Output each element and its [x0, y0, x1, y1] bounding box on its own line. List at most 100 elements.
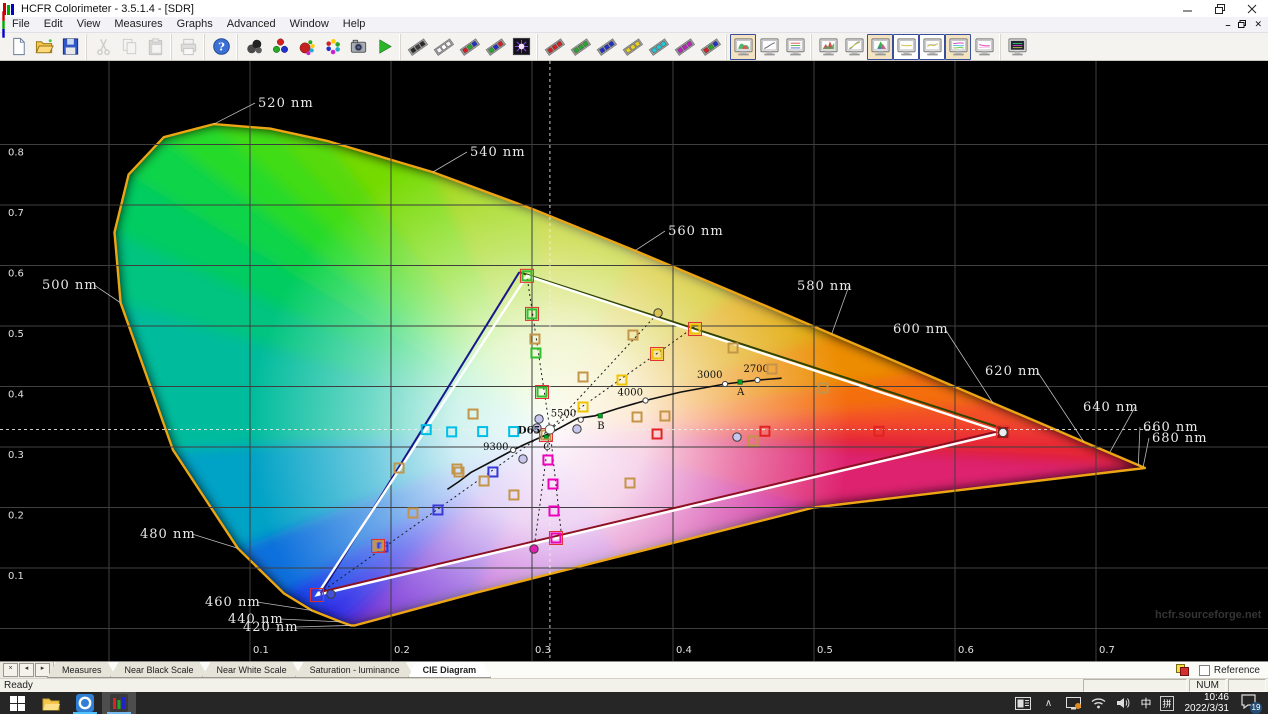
wheel-red-button[interactable] [293, 34, 319, 60]
help-button[interactable]: ? [208, 34, 234, 60]
open-file-button[interactable] [31, 34, 57, 60]
restore-button[interactable] [1204, 1, 1236, 17]
mon-spectrum-button[interactable] [730, 34, 756, 60]
menu-file[interactable]: File [5, 18, 37, 30]
title-bar: HCFR Colorimeter - 3.5.1.4 - [SDR] [0, 0, 1268, 17]
menu-measures[interactable]: Measures [107, 18, 169, 30]
cie-diagram-canvas[interactable]: 0.10.20.30.40.50.60.70.10.20.30.40.50.60… [0, 61, 1268, 661]
tab-saturation-luminance[interactable]: Saturation - luminance [295, 662, 415, 678]
save-file-button[interactable] [57, 34, 83, 60]
svg-text:4000: 4000 [618, 388, 643, 399]
taskbar-clock[interactable]: 10:46 2022/3/31 [1183, 692, 1232, 714]
strip-red-button[interactable] [541, 34, 567, 60]
taskbar-hcfr-app[interactable] [102, 692, 136, 714]
svg-text:B: B [597, 421, 604, 432]
svg-text:0.1: 0.1 [253, 645, 269, 656]
tab-scroll-left[interactable]: ◂ [19, 663, 34, 677]
reference-checkbox[interactable] [1199, 665, 1210, 676]
wifi-icon[interactable] [1090, 695, 1106, 711]
tab-close-button[interactable]: × [3, 663, 18, 677]
cut-button[interactable] [90, 34, 116, 60]
status-num-indicator: NUM [1189, 679, 1226, 692]
rgb-balls-button[interactable] [267, 34, 293, 60]
menu-edit[interactable]: Edit [37, 18, 70, 30]
svg-text:560 nm: 560 nm [668, 224, 724, 239]
action-center-icon[interactable]: 19 [1240, 694, 1260, 712]
menu-graphs[interactable]: Graphs [170, 18, 220, 30]
display-notification-icon[interactable] [1065, 695, 1081, 711]
tab-near-black-scale[interactable]: Near Black Scale [110, 662, 209, 678]
menu-help[interactable]: Help [336, 18, 373, 30]
taskbar-file-explorer[interactable] [34, 692, 68, 714]
strip-yellow-button[interactable] [619, 34, 645, 60]
paste-button[interactable] [142, 34, 168, 60]
toolbar-group [1000, 34, 1033, 60]
tab-measures[interactable]: Measures [47, 662, 117, 678]
mon-yellow-line-button[interactable] [893, 34, 919, 60]
svg-text:0.7: 0.7 [8, 208, 24, 219]
mon-yellow-line2-button[interactable] [919, 34, 945, 60]
ime-pinyin-indicator[interactable]: 拼 [1160, 696, 1173, 711]
svg-text:5500: 5500 [551, 409, 576, 420]
svg-text:420 nm: 420 nm [243, 620, 299, 635]
svg-text:640 nm: 640 nm [1083, 400, 1139, 415]
camera-button[interactable] [345, 34, 371, 60]
copy-button[interactable] [116, 34, 142, 60]
svg-text:460 nm: 460 nm [205, 595, 261, 610]
new-file-button[interactable] [5, 34, 31, 60]
mdi-close-button[interactable]: ✕ [1254, 19, 1262, 30]
tray-chevron-up-icon[interactable]: ∧ [1040, 695, 1056, 711]
white-point-label: D65 [518, 425, 541, 436]
print-button[interactable] [175, 34, 201, 60]
window-title: HCFR Colorimeter - 3.5.1.4 - [SDR] [21, 3, 194, 15]
strip-rgb-small-button[interactable] [697, 34, 723, 60]
play-button[interactable] [371, 34, 397, 60]
start-button[interactable] [0, 692, 34, 714]
spectral-locus-fill [0, 61, 1268, 661]
svg-text:0.1: 0.1 [8, 571, 24, 582]
probe-button[interactable] [241, 34, 267, 60]
strip-magenta-button[interactable] [671, 34, 697, 60]
taskbar-opera-browser[interactable] [68, 692, 102, 714]
news-panel-icon[interactable] [1015, 695, 1031, 711]
ime-language-indicator[interactable]: 中 [1140, 695, 1151, 711]
menu-view[interactable]: View [70, 18, 108, 30]
mon-dark-multi-button[interactable] [1004, 34, 1030, 60]
tab-scroll-right[interactable]: ▸ [35, 663, 50, 677]
mon-lines-button[interactable] [782, 34, 808, 60]
wheel-multi-button[interactable] [319, 34, 345, 60]
svg-text:520 nm: 520 nm [258, 96, 314, 111]
volume-icon[interactable] [1115, 695, 1131, 711]
mon-scurve-button[interactable] [841, 34, 867, 60]
svg-text:0.5: 0.5 [817, 645, 833, 656]
mdi-restore-button[interactable] [1238, 20, 1246, 30]
strip-rgb2-button[interactable] [482, 34, 508, 60]
menu-bar: FileEditViewMeasuresGraphsAdvancedWindow… [0, 17, 1268, 33]
datagrid-icon [1176, 664, 1189, 675]
menu-window[interactable]: Window [283, 18, 336, 30]
mdi-child-icon [2, 11, 4, 37]
tab-cie-diagram[interactable]: CIE Diagram [408, 662, 492, 678]
mon-rgb-levels-button[interactable] [815, 34, 841, 60]
svg-text:540 nm: 540 nm [470, 145, 526, 160]
strip-green-button[interactable] [567, 34, 593, 60]
strip-black-button[interactable] [404, 34, 430, 60]
cie-diagram-panel: 0.10.20.30.40.50.60.70.10.20.30.40.50.60… [0, 61, 1268, 661]
menu-advanced[interactable]: Advanced [220, 18, 283, 30]
mon-magenta-lines-button[interactable] [971, 34, 997, 60]
close-button[interactable] [1236, 1, 1268, 17]
nova-button[interactable] [508, 34, 534, 60]
strip-cyan-button[interactable] [645, 34, 671, 60]
toolbar-group: ? [204, 34, 237, 60]
tab-near-white-scale[interactable]: Near White Scale [202, 662, 302, 678]
strip-rgb-button[interactable] [456, 34, 482, 60]
mon-multicolor-button[interactable] [945, 34, 971, 60]
strip-white-button[interactable] [430, 34, 456, 60]
mon-curve-button[interactable] [756, 34, 782, 60]
mon-cie-button[interactable] [867, 34, 893, 60]
strip-blue-button[interactable] [593, 34, 619, 60]
svg-text:9300: 9300 [483, 442, 508, 453]
svg-text:0.3: 0.3 [8, 450, 24, 461]
mdi-minimize-button[interactable]: – [1225, 20, 1230, 30]
minimize-button[interactable] [1172, 1, 1204, 17]
